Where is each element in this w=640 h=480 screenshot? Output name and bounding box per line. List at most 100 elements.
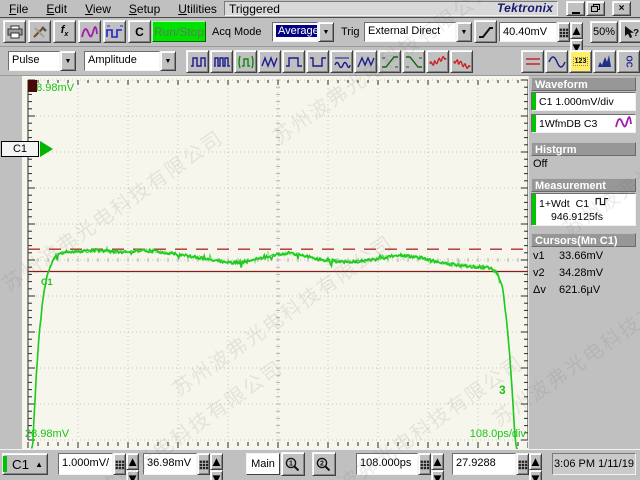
menu-setup[interactable]: Setup — [120, 0, 169, 16]
scale-decrement-button[interactable]: ▼ — [126, 470, 139, 480]
gated-width-measure-button[interactable] — [234, 50, 257, 73]
cursors-header: Cursors(Mn C1) — [531, 233, 636, 247]
category-dropdown-arrow-icon[interactable]: ▼ — [60, 51, 76, 71]
close-button[interactable]: × — [612, 1, 631, 16]
zoom-magnifier-2-button[interactable]: 2 — [312, 452, 336, 476]
measurement-value: 946.9125fs — [539, 211, 635, 223]
c1-trace[interactable] — [32, 247, 518, 448]
keypad-button[interactable] — [516, 453, 529, 475]
timebase-decrement-button[interactable]: ▼ — [431, 470, 444, 480]
waveform-header: Waveform — [531, 77, 636, 91]
acq-mode-combo[interactable]: Average ▼ — [272, 22, 334, 42]
measurement-color-stripe — [532, 194, 536, 225]
timebase-increment-button[interactable]: ▲ — [431, 453, 444, 470]
menu-utilities[interactable]: Utilities — [169, 0, 226, 16]
acq-mode-dropdown-arrow-icon[interactable]: ▼ — [318, 22, 334, 42]
period-measure-button[interactable] — [186, 50, 209, 73]
context-help-button[interactable]: ? — [619, 20, 640, 43]
histogram-button[interactable] — [593, 50, 616, 73]
rise-time-measure-button[interactable] — [378, 50, 401, 73]
position-field[interactable]: 27.9288 — [452, 453, 516, 475]
wfmdb-waveform-icon — [615, 115, 633, 132]
measurement-row[interactable]: 1+Wdt C1 946.9125fs — [531, 193, 636, 226]
negative-width-measure-button[interactable] — [306, 50, 329, 73]
zoom-50-button[interactable]: 50% — [590, 21, 618, 43]
mean-measure-button[interactable] — [330, 50, 353, 73]
horizontal-cursors-button[interactable] — [521, 50, 544, 73]
keypad-button[interactable] — [197, 453, 210, 475]
c1-trace[interactable] — [32, 248, 518, 448]
vertical-offset-field[interactable]: 36.98mV — [143, 453, 197, 475]
print-button[interactable] — [3, 20, 26, 43]
pulse-autoset-button[interactable] — [103, 20, 126, 43]
measurement-name: 1+Wdt — [539, 198, 570, 210]
menu-file[interactable]: File — [0, 0, 37, 16]
scale-increment-button[interactable]: ▲ — [126, 453, 139, 470]
wfmdb-row[interactable]: 1WfmDB C3 — [531, 114, 636, 133]
cursor-v2-row: v234.28mV — [533, 267, 637, 279]
vertical-dock-button[interactable]: OC — [617, 50, 640, 73]
trig-label: Trig — [341, 26, 360, 38]
trigger-source-combo[interactable]: External Direct ▼ — [364, 22, 472, 42]
c1-marker-arrow-icon[interactable] — [40, 141, 53, 157]
channel-select-button[interactable]: C1 ▲ — [2, 453, 48, 475]
position-increment-button[interactable]: ▲ — [529, 453, 542, 470]
vertical-scale-field[interactable]: 1.000mV/ — [58, 453, 113, 475]
position-decrement-button[interactable]: ▼ — [529, 470, 542, 480]
amplitude-measure-button[interactable] — [354, 50, 377, 73]
oscilloscope-application: FileEditViewSetupUtilitiesHelp Triggered… — [0, 0, 640, 480]
trigger-level-field[interactable]: 40.40mV — [499, 22, 557, 42]
time-scale-field[interactable]: 108.000ps — [356, 453, 418, 475]
acq-mode-label: Acq Mode — [212, 26, 262, 38]
run-stop-button[interactable]: Run/Stop — [152, 21, 206, 42]
positive-width-measure-button[interactable] — [282, 50, 305, 73]
keypad-button[interactable] — [557, 22, 570, 42]
edge-marker-3: 3 — [499, 383, 506, 397]
clear-button[interactable]: C — [128, 20, 151, 43]
tools-button[interactable] — [28, 20, 51, 43]
measure-type-value: Amplitude — [84, 51, 160, 71]
svg-text:2: 2 — [320, 461, 324, 468]
c1-position-marker[interactable]: C1 — [1, 141, 39, 157]
measure-category-combo[interactable]: Pulse ▼ — [8, 51, 76, 71]
level-increment-button[interactable]: ▲ — [570, 22, 583, 39]
menu-bar: FileEditViewSetupUtilitiesHelp Triggered… — [0, 0, 640, 18]
keypad-button[interactable] — [113, 453, 126, 475]
graticule — [28, 80, 528, 449]
function-button[interactable]: fx — [53, 20, 76, 43]
type-dropdown-arrow-icon[interactable]: ▼ — [160, 51, 176, 71]
restore-button[interactable] — [586, 1, 605, 16]
main-toolbar: fx C Run/Stop Acq Mode Average ▼ Trig Ex… — [0, 18, 640, 47]
minimize-button[interactable] — [566, 1, 585, 16]
c1-trace[interactable] — [32, 249, 518, 449]
keypad-button[interactable] — [418, 453, 431, 475]
trigger-dropdown-arrow-icon[interactable]: ▼ — [456, 22, 472, 42]
cursor-v1-row: v133.66mV — [533, 250, 637, 262]
measure-type-combo[interactable]: Amplitude ▼ — [84, 51, 176, 71]
waveform-button[interactable] — [78, 20, 101, 43]
trigger-slope-button[interactable] — [474, 20, 497, 43]
offset-decrement-button[interactable]: ▼ — [210, 470, 223, 480]
measurement-readout-button[interactable]: 123 — [569, 50, 592, 73]
positive-jitter-measure-button[interactable] — [426, 50, 449, 73]
readout-panel: Waveform C1 1.000mV/div 1WfmDB C3 Histgr… — [528, 76, 640, 449]
fall-time-measure-button[interactable] — [402, 50, 425, 73]
close-icon: × — [619, 3, 625, 15]
zoom-magnifier-1-button[interactable]: 1 — [281, 452, 305, 476]
offset-increment-button[interactable]: ▲ — [210, 453, 223, 470]
channel-scale-row[interactable]: C1 1.000mV/div — [531, 92, 636, 111]
bottom-voltage-label: 28.98mV — [25, 428, 70, 440]
restore-icon — [591, 4, 600, 13]
channel-color-stripe — [3, 456, 7, 472]
tektronix-logo: Tektronix — [497, 1, 553, 15]
burst-width-measure-button[interactable] — [258, 50, 281, 73]
frequency-measure-button[interactable] — [210, 50, 233, 73]
menu-edit[interactable]: Edit — [37, 0, 76, 16]
channel-scale-text: C1 1.000mV/div — [539, 96, 614, 108]
menu-view[interactable]: View — [76, 0, 120, 16]
waveform-display[interactable]: 38.98mV 28.98mV 108.0ps/div 3 C1 — [22, 76, 528, 449]
negative-jitter-measure-button[interactable] — [450, 50, 473, 73]
main-timebase-button[interactable]: Main — [246, 453, 280, 475]
waveform-database-button[interactable] — [545, 50, 568, 73]
histogram-header: Histgrm — [531, 142, 636, 156]
